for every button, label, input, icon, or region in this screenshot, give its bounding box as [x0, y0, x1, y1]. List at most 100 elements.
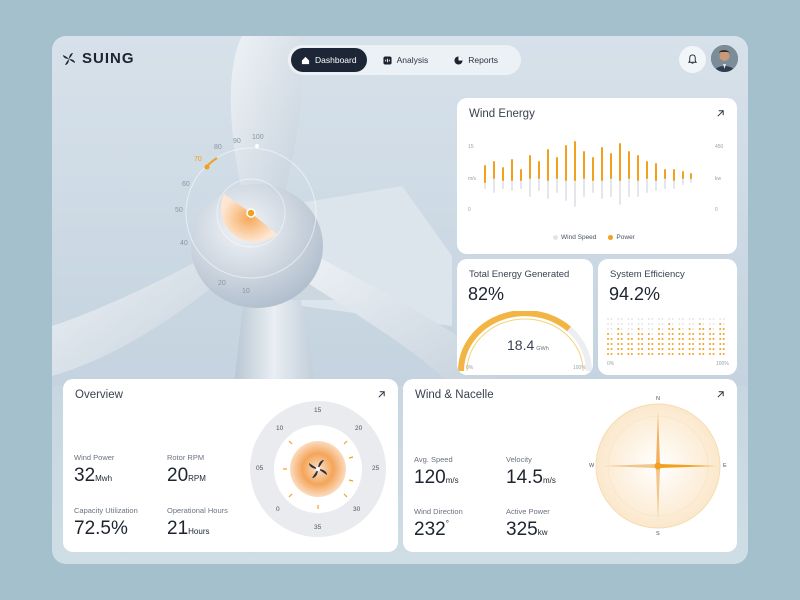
direction-value: 232 [414, 519, 446, 540]
rotor-dial [250, 401, 386, 537]
arrow-up-right-icon[interactable] [716, 390, 725, 399]
velocity-value: 14.5 [506, 467, 543, 488]
tab-reports[interactable]: Reports [444, 48, 508, 72]
efficiency-max: 100% [716, 361, 729, 367]
tab-reports-label: Reports [468, 55, 499, 65]
hero-tick-10: 10 [242, 288, 250, 295]
velocity-label: Velocity [506, 455, 532, 464]
wind-energy-bars [484, 141, 692, 207]
wind-energy-title: Wind Energy [469, 108, 535, 120]
velocity-unit: m/s [542, 476, 556, 485]
hero-tick-40: 40 [180, 240, 188, 247]
compass-e: E [723, 463, 727, 469]
pie-chart-icon [454, 55, 463, 65]
wind-energy-card: Wind Energy 15 m/s 0 450 kw 0 Wind Speed… [457, 98, 737, 254]
bell-icon [687, 54, 698, 64]
legend-power: Power [608, 234, 635, 241]
metric-active-power: Active Power 325kw [506, 507, 550, 541]
overview-title: Overview [75, 389, 123, 401]
direction-label: Wind Direction [414, 507, 463, 516]
dial-35: 35 [314, 524, 322, 531]
wind-axis-left-top: 15 [468, 144, 474, 150]
arrow-up-right-icon[interactable] [716, 109, 725, 118]
hero-tick-100: 100 [252, 134, 264, 141]
rotor-unit: RPM [188, 474, 206, 483]
active-power-label: Active Power [506, 507, 550, 516]
metric-velocity: Velocity 14.5m/s [506, 455, 556, 489]
hours-label: Operational Hours [167, 506, 228, 515]
metric-rotor-rpm: Rotor RPM 20RPM [167, 453, 206, 487]
metric-wind-power: Wind Power 32Mwh [74, 453, 114, 487]
arrow-up-right-icon[interactable] [377, 390, 386, 399]
legend-wind-speed: Wind Speed [553, 234, 596, 241]
wind-nacelle-card: Wind & Nacelle Avg. Speed 120m/s Velocit… [403, 379, 737, 552]
active-power-value: 325 [506, 519, 538, 540]
capacity-label: Capacity Utilization [74, 506, 138, 515]
wind-axis-left-bottom: 0 [468, 207, 471, 213]
analysis-icon [383, 55, 392, 65]
hero-tick-50: 50 [175, 207, 183, 214]
tab-analysis-label: Analysis [396, 55, 429, 65]
nacelle-title: Wind & Nacelle [415, 389, 494, 401]
total-energy-reading: 18.4 GWh [507, 337, 549, 353]
wind-axis-right-mid: kw [715, 176, 722, 182]
wind-power-label: Wind Power [74, 453, 115, 462]
fan-logo-icon [63, 52, 75, 65]
wind-power-value: 32 [74, 465, 96, 486]
efficiency-min: 0% [607, 361, 615, 367]
main-nav: Dashboard Analysis Reports [288, 45, 521, 75]
total-energy-percent: 82% [468, 284, 505, 304]
rotor-value: 20 [167, 465, 189, 486]
dial-0: 0 [276, 506, 280, 513]
total-energy-unit: GWh [536, 346, 549, 352]
home-icon [301, 56, 310, 64]
notifications-button[interactable] [679, 46, 706, 73]
brand-logo[interactable]: SUING [62, 50, 135, 67]
overview-card: Overview Wind Power 32Mwh Rotor RPM 20RP… [63, 379, 398, 552]
metric-direction: Wind Direction 232° [414, 507, 463, 541]
dial-15: 15 [314, 407, 322, 414]
hero-tick-60: 60 [182, 181, 190, 188]
dashboard-frame: 100 90 80 70 60 50 40 20 10 SUING Dashbo… [52, 36, 748, 564]
wind-compass [595, 403, 721, 529]
total-energy-min: 0% [466, 365, 474, 371]
metric-avg-speed: Avg. Speed 120m/s [414, 455, 459, 489]
capacity-value: 72.5% [74, 518, 128, 539]
wind-axis-left-mid: m/s [468, 176, 477, 182]
rotor-label: Rotor RPM [167, 453, 205, 462]
dial-30: 30 [353, 506, 361, 513]
efficiency-percent: 94.2% [609, 284, 661, 304]
total-energy-max: 100% [573, 365, 586, 371]
wind-axis-right-top: 450 [715, 144, 724, 150]
dial-05: 05 [256, 465, 264, 472]
hours-value: 21 [167, 518, 189, 539]
compass-w: W [589, 463, 595, 469]
metric-capacity: Capacity Utilization 72.5% [74, 506, 138, 540]
total-energy-value: 18.4 [507, 337, 535, 353]
wind-power-unit: Mwh [95, 474, 113, 483]
avg-speed-label: Avg. Speed [414, 455, 453, 464]
hero-tick-80: 80 [214, 144, 222, 151]
hours-unit: Hours [188, 527, 210, 536]
hero-tick-20: 20 [218, 280, 226, 287]
tab-analysis[interactable]: Analysis [373, 48, 439, 72]
user-avatar[interactable] [711, 45, 738, 72]
avg-speed-unit: m/s [445, 476, 459, 485]
avg-speed-value: 120 [414, 467, 446, 488]
brand-name: SUING [82, 50, 135, 67]
dial-25: 25 [372, 465, 380, 472]
compass-n: N [656, 396, 660, 402]
wind-energy-legend: Wind Speed Power [553, 234, 635, 241]
system-efficiency-card: System Efficiency 94.2% 0% 100% [598, 259, 737, 375]
tab-dashboard-label: Dashboard [315, 55, 357, 65]
dial-10: 10 [276, 425, 284, 432]
direction-unit: ° [445, 519, 449, 528]
dial-20: 20 [355, 425, 363, 432]
hero-tick-90: 90 [233, 138, 241, 145]
metric-hours: Operational Hours 21Hours [167, 506, 228, 540]
compass-s: S [656, 531, 660, 537]
hero-tick-70: 70 [194, 156, 202, 163]
efficiency-title: System Efficiency [610, 269, 685, 280]
tab-dashboard[interactable]: Dashboard [291, 48, 367, 72]
total-energy-title: Total Energy Generated [469, 269, 570, 280]
